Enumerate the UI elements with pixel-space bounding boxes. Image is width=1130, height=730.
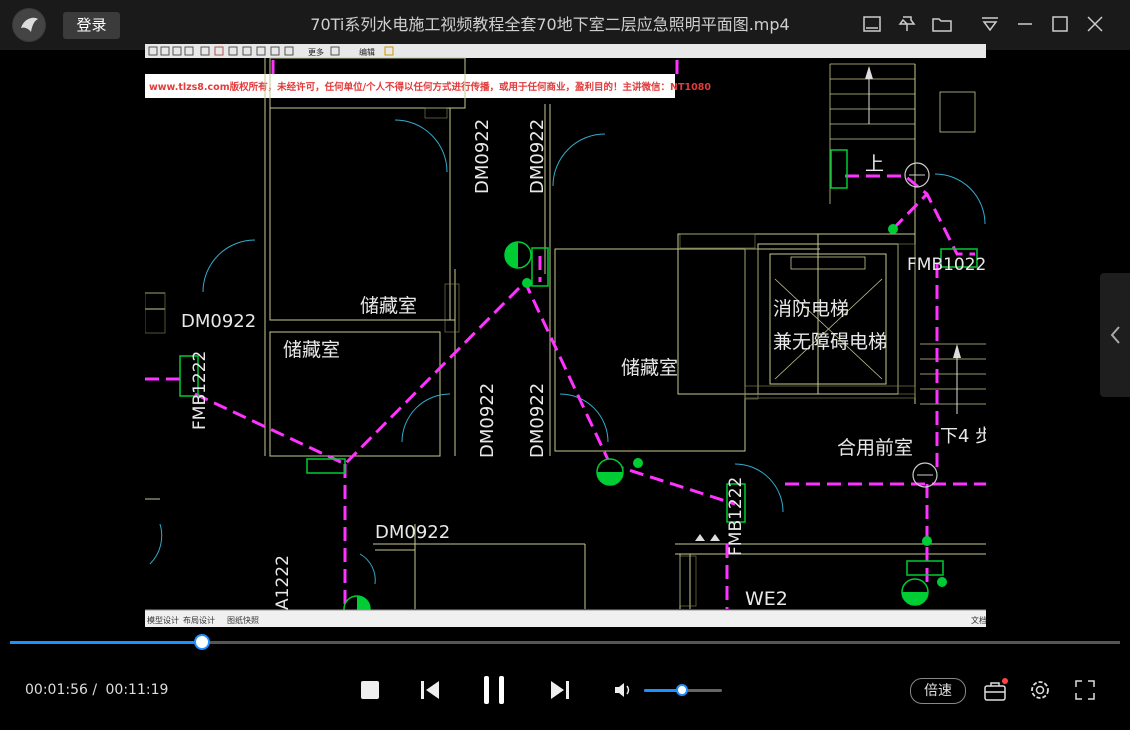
maximize-icon[interactable] [1048,12,1072,36]
label-down-steps: 下4 步 [940,426,986,447]
toolbox-icon[interactable] [982,678,1008,708]
time-display: 00:01:56 / 00:11:19 [25,682,168,698]
label-door-dm0922-1: DM0922 [181,311,256,332]
label-door-fmb1222-1: FMB1222 [190,351,210,430]
label-storage-3: 储藏室 [621,357,678,379]
close-icon[interactable] [1083,12,1107,36]
video-title: 70Ti系列水电施工视频教程全套70地下室二层应急照明平面图.mp4 [310,15,790,34]
playlist-menu-icon[interactable] [978,12,1002,36]
watermark-text: www.tlzs8.com版权所有，未经许可，任何单位/个人不得以任何方式进行传… [149,81,711,93]
folder-icon[interactable] [930,12,954,36]
cad-tab-snapshot: 图纸快照 [227,615,259,625]
label-accessible-elevator: 兼无障碍电梯 [773,331,887,353]
label-door-fmb1022: FMB1022 [907,255,986,275]
label-door-dm0922-v4: DM0922 [527,383,548,458]
volume-handle[interactable] [676,684,689,696]
cad-toolbar-edit: 编辑 [359,47,375,57]
volume-icon[interactable] [612,679,634,705]
label-storage-2: 储藏室 [283,339,340,361]
label-door-dm0922-v1: DM0922 [472,119,493,194]
label-door-dm0922-v3: DM0922 [477,383,498,458]
fullscreen-icon[interactable] [1073,678,1097,706]
label-door-a1222: A1222 [273,555,293,610]
label-front-room: 合用前室 [837,437,913,459]
progress-bar[interactable] [10,634,1120,650]
settings-icon[interactable] [1028,678,1052,706]
label-up: 上 [865,153,884,175]
player-controls: 00:01:56 / 00:11:19 倍速 [0,650,1130,730]
volume-slider[interactable] [644,684,722,696]
cad-tab-layout: 布局设计 [183,615,215,625]
progress-fill [10,641,203,644]
minimize-icon[interactable] [1013,12,1037,36]
label-door-dm0922-v2: DM0922 [527,119,548,194]
pin-icon[interactable] [895,12,919,36]
next-icon[interactable] [548,678,572,706]
time-separator: / [92,682,98,698]
login-button[interactable]: 登录 [63,12,120,39]
label-door-dm0922-2: DM0922 [375,522,450,543]
cad-tab-model: 模型设计 [147,615,179,625]
video-frame[interactable]: 更多 编辑 www.tlzs8.com版权所有，未经许可，任何单位/个人不得以任… [145,44,986,627]
label-fire-elevator: 消防电梯 [773,298,849,320]
previous-icon[interactable] [418,678,442,706]
stop-icon[interactable] [358,678,382,706]
cad-status-right: 文档 [971,615,986,625]
label-storage-1: 储藏室 [360,295,417,317]
app-logo-icon[interactable] [12,8,46,42]
side-panel-toggle[interactable] [1100,273,1130,397]
label-we2: WE2 [745,588,788,610]
mini-mode-icon[interactable] [860,12,884,36]
pause-icon[interactable] [478,674,510,710]
progress-handle[interactable] [194,634,211,650]
label-door-fmb1222-2: FMB1222 [726,477,746,556]
title-bar: 登录 70Ti系列水电施工视频教程全套70地下室二层应急照明平面图.mp4 [0,0,1130,50]
total-time: 00:11:19 [105,682,169,698]
speed-button[interactable]: 倍速 [910,678,966,704]
current-time: 00:01:56 [25,682,88,698]
cad-toolbar-more: 更多 [308,47,324,57]
